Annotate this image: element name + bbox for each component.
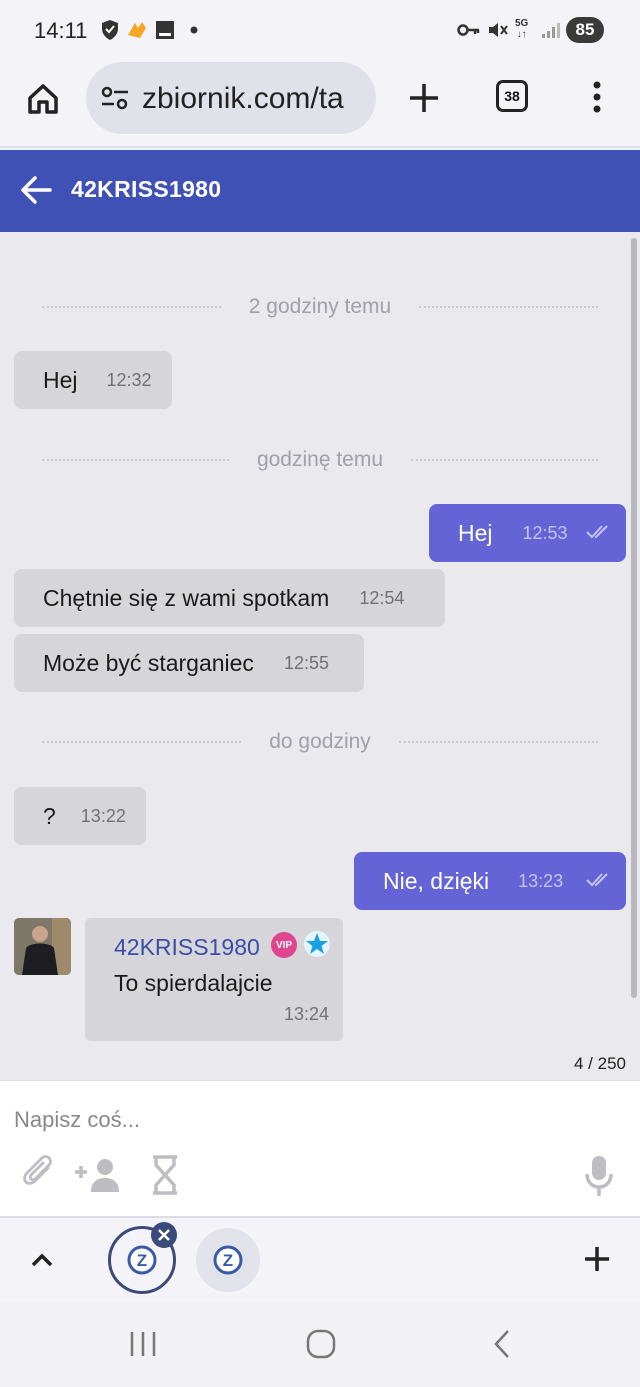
message-bubble[interactable]: ? 13:22 <box>14 787 146 845</box>
message-text: To spierdalajcie <box>114 970 273 996</box>
back-nav-icon[interactable] <box>480 1324 524 1364</box>
shield-icon <box>98 16 122 44</box>
microphone-icon[interactable] <box>582 1153 616 1199</box>
new-tab-button[interactable] <box>404 78 444 118</box>
site-settings-icon[interactable] <box>100 84 130 117</box>
read-receipt-icon <box>586 873 608 887</box>
tab-switcher-button[interactable]: 38 <box>496 80 528 112</box>
home-icon <box>28 84 58 114</box>
sender-name[interactable]: 42KRISS1980 <box>114 934 260 961</box>
zbiornik-logo-icon: Z <box>213 1245 243 1275</box>
back-button[interactable] <box>18 172 54 208</box>
message-card[interactable]: 42KRISS1980 VIP To spierdalajcie 13:24 <box>85 918 343 1041</box>
zbiornik-logo-icon: Z <box>127 1245 157 1275</box>
message-time: 13:24 <box>283 1004 329 1024</box>
message-bubble[interactable]: Może być starganiec 12:55 <box>14 634 364 692</box>
recent-apps-icon[interactable] <box>121 1324 165 1364</box>
expand-tabs-button[interactable] <box>26 1244 58 1276</box>
hourglass-icon[interactable] <box>148 1153 182 1197</box>
signal-icon <box>540 16 562 44</box>
char-counter: 4 / 250 <box>574 1054 626 1073</box>
star-icon <box>304 931 330 957</box>
time-separator: do godziny <box>42 729 599 755</box>
home-nav-icon[interactable] <box>299 1324 343 1364</box>
network-type: 5G ↓↑ <box>515 18 529 40</box>
time-separator: 2 godziny temu <box>42 294 599 320</box>
read-receipt-icon <box>586 525 608 539</box>
avatar[interactable] <box>14 918 71 975</box>
tab-favicon[interactable]: Z <box>196 1228 260 1292</box>
plus-icon <box>410 84 438 112</box>
status-time: 14:11 <box>34 18 88 43</box>
time-separator: godzinę temu <box>42 447 598 473</box>
message-list[interactable]: 2 godziny temu Hej 12:32 godzinę temu He… <box>0 232 640 1080</box>
vpn-key-icon <box>456 16 482 44</box>
browser-toolbar: zbiornik.com/ta 38 <box>0 60 640 148</box>
mute-icon <box>486 16 510 44</box>
svg-text:Z: Z <box>137 1251 147 1270</box>
svg-text:Z: Z <box>223 1251 233 1270</box>
add-person-icon[interactable] <box>72 1155 126 1195</box>
chat-header: 42KRISS1980 <box>0 150 640 232</box>
status-bar: 14:11 5G ↓↑ 85 <box>0 0 640 60</box>
address-bar[interactable]: zbiornik.com/ta <box>86 62 376 134</box>
more-notifications-dot <box>188 16 200 44</box>
chat-title[interactable]: 42KRISS1980 <box>71 176 221 203</box>
home-button[interactable] <box>22 78 64 120</box>
browser-menu-button[interactable] <box>584 76 610 118</box>
system-navigation-bar <box>0 1302 640 1387</box>
message-bubble-outgoing[interactable]: Nie, dzięki 13:23 <box>354 852 626 910</box>
message-bubble[interactable]: Hej 12:32 <box>14 351 172 409</box>
vip-badge: VIP <box>271 932 297 958</box>
message-bubble-outgoing[interactable]: Hej 12:53 <box>429 504 626 562</box>
app-notification-icon <box>124 16 150 44</box>
attachment-icon[interactable] <box>20 1153 60 1193</box>
scrollbar[interactable] <box>631 238 637 998</box>
new-tab-group-button[interactable] <box>580 1242 614 1276</box>
plus-icon <box>585 1247 609 1271</box>
close-tab-icon[interactable] <box>151 1222 177 1248</box>
more-vert-icon <box>593 81 601 113</box>
message-input[interactable]: Napisz coś... <box>14 1107 140 1133</box>
chevron-up-icon <box>31 1253 53 1267</box>
tab-strip: Z Z <box>0 1216 640 1302</box>
url-text[interactable]: zbiornik.com/ta <box>142 82 344 116</box>
message-bubble[interactable]: Chętnie się z wami spotkam 12:54 <box>14 569 445 627</box>
download-notification-icon <box>153 16 177 44</box>
message-composer: Napisz coś... <box>0 1080 640 1216</box>
back-arrow-icon <box>21 176 52 204</box>
battery-level: 85 <box>566 17 604 43</box>
